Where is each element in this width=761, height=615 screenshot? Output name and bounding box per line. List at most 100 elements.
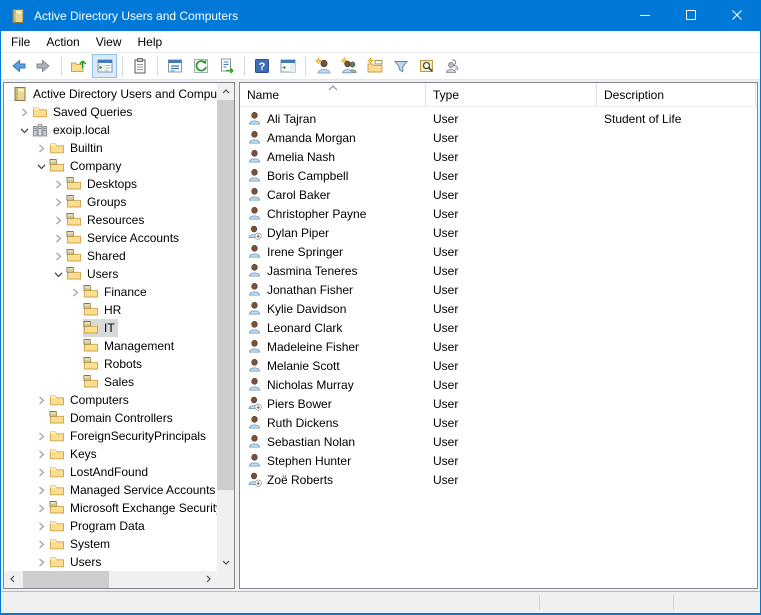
list-row-zo-roberts[interactable]: Zoë RobertsUser (240, 470, 757, 489)
list-row-melanie-scott[interactable]: Melanie ScottUser (240, 356, 757, 375)
tree-item-sales[interactable]: Sales (4, 373, 217, 391)
tree-item-managed-service-accounts[interactable]: Managed Service Accounts (4, 481, 217, 499)
list-row-leonard-clark[interactable]: Leonard ClarkUser (240, 318, 757, 337)
tree-item-management[interactable]: Management (4, 337, 217, 355)
maximize-button[interactable] (668, 1, 714, 31)
filter-button[interactable] (388, 54, 413, 78)
tree-item-body[interactable]: Company (49, 157, 124, 175)
expand-chevron[interactable] (33, 504, 49, 513)
tree-item-program-data[interactable]: Program Data (4, 517, 217, 535)
tree-item-body[interactable]: Computers (49, 391, 132, 409)
new-org-unit-button[interactable] (362, 54, 387, 78)
list-row-carol-baker[interactable]: Carol BakerUser (240, 185, 757, 204)
tree-item-builtin[interactable]: Builtin (4, 139, 217, 157)
scroll-right-button[interactable] (200, 571, 217, 588)
tree-item-body[interactable]: Management (83, 337, 177, 355)
tree-item-body[interactable]: Keys (49, 445, 100, 463)
find-button[interactable] (414, 54, 439, 78)
tree-item-body[interactable]: Groups (66, 193, 129, 211)
tree-item-active-directory-users-and-comput[interactable]: Active Directory Users and Comput (4, 85, 217, 103)
expand-chevron[interactable] (33, 432, 49, 441)
list-row-christopher-payne[interactable]: Christopher PayneUser (240, 204, 757, 223)
list-row-ali-tajran[interactable]: Ali TajranUserStudent of Life (240, 109, 757, 128)
tree-horizontal-scroll-track[interactable] (21, 571, 200, 588)
tree-vertical-scroll-thumb[interactable] (217, 100, 234, 490)
expand-chevron[interactable] (33, 540, 49, 549)
forward-button[interactable] (31, 54, 56, 78)
list-row-jonathan-fisher[interactable]: Jonathan FisherUser (240, 280, 757, 299)
tree-horizontal-scrollbar[interactable] (4, 571, 217, 588)
tree-item-body[interactable]: Users (66, 265, 121, 283)
list-row-kylie-davidson[interactable]: Kylie DavidsonUser (240, 299, 757, 318)
tree-item-users[interactable]: Users (4, 265, 217, 283)
new-user-button[interactable] (310, 54, 335, 78)
tree-item-domain-controllers[interactable]: Domain Controllers (4, 409, 217, 427)
tree-item-body[interactable]: Builtin (49, 139, 106, 157)
scroll-left-button[interactable] (4, 571, 21, 588)
collapse-chevron[interactable] (33, 162, 49, 171)
tree-item-exoip-local[interactable]: exoip.local (4, 121, 217, 139)
properties-button[interactable] (127, 54, 152, 78)
tree-item-body[interactable]: Managed Service Accounts (49, 481, 217, 499)
expand-chevron[interactable] (50, 216, 66, 225)
action-pane-button[interactable] (275, 54, 300, 78)
expand-chevron[interactable] (33, 522, 49, 531)
expand-chevron[interactable] (33, 468, 49, 477)
tree-item-service-accounts[interactable]: Service Accounts (4, 229, 217, 247)
expand-chevron[interactable] (50, 234, 66, 243)
window-properties-button[interactable] (162, 54, 187, 78)
up-one-level-button[interactable] (66, 54, 91, 78)
list-row-piers-bower[interactable]: Piers BowerUser (240, 394, 757, 413)
tree-item-body[interactable]: Sales (83, 373, 137, 391)
expand-chevron[interactable] (33, 486, 49, 495)
expand-chevron[interactable] (33, 450, 49, 459)
tree-item-foreignsecurityprincipals[interactable]: ForeignSecurityPrincipals (4, 427, 217, 445)
collapse-chevron[interactable] (16, 126, 32, 135)
column-header-description[interactable]: Description (597, 83, 756, 106)
new-group-button[interactable] (336, 54, 361, 78)
tree-item-body[interactable]: Shared (66, 247, 129, 265)
menu-item-file[interactable]: File (3, 32, 38, 52)
list-row-jasmina-teneres[interactable]: Jasmina TeneresUser (240, 261, 757, 280)
show-console-tree-button[interactable] (92, 54, 117, 78)
tree-item-body[interactable]: Users (49, 553, 104, 571)
expand-chevron[interactable] (33, 144, 49, 153)
list-row-amanda-morgan[interactable]: Amanda MorganUser (240, 128, 757, 147)
tree-item-company[interactable]: Company (4, 157, 217, 175)
list-row-ruth-dickens[interactable]: Ruth DickensUser (240, 413, 757, 432)
export-list-button[interactable] (214, 54, 239, 78)
tree-item-body[interactable]: HR (83, 301, 124, 319)
list-row-dylan-piper[interactable]: Dylan PiperUser (240, 223, 757, 242)
tree-item-it[interactable]: IT (4, 319, 217, 337)
tree-item-robots[interactable]: Robots (4, 355, 217, 373)
column-header-type[interactable]: Type (426, 83, 597, 106)
tree-item-users[interactable]: Users (4, 553, 217, 571)
column-header-name[interactable]: Name (240, 83, 426, 106)
expand-chevron[interactable] (33, 558, 49, 567)
tree-item-keys[interactable]: Keys (4, 445, 217, 463)
tree-item-body[interactable]: IT (83, 319, 118, 337)
list-row-madeleine-fisher[interactable]: Madeleine FisherUser (240, 337, 757, 356)
back-button[interactable] (5, 54, 30, 78)
list-row-boris-campbell[interactable]: Boris CampbellUser (240, 166, 757, 185)
minimize-button[interactable] (622, 1, 668, 31)
tree-item-saved-queries[interactable]: Saved Queries (4, 103, 217, 121)
tree-item-computers[interactable]: Computers (4, 391, 217, 409)
tree-item-shared[interactable]: Shared (4, 247, 217, 265)
tree-item-resources[interactable]: Resources (4, 211, 217, 229)
expand-chevron[interactable] (50, 252, 66, 261)
tree-item-body[interactable]: Resources (66, 211, 147, 229)
tree-item-body[interactable]: LostAndFound (49, 463, 151, 481)
tree-item-body[interactable]: System (49, 535, 113, 553)
scroll-down-button[interactable] (217, 554, 234, 571)
delegate-button[interactable] (440, 54, 465, 78)
refresh-button[interactable] (188, 54, 213, 78)
tree-item-body[interactable]: Microsoft Exchange Security (49, 499, 217, 517)
collapse-chevron[interactable] (50, 270, 66, 279)
tree-item-microsoft-exchange-security[interactable]: Microsoft Exchange Security (4, 499, 217, 517)
tree-item-body[interactable]: Service Accounts (66, 229, 182, 247)
tree-item-lostandfound[interactable]: LostAndFound (4, 463, 217, 481)
tree-item-body[interactable]: Desktops (66, 175, 140, 193)
tree-item-body[interactable]: Saved Queries (32, 103, 135, 121)
menu-item-action[interactable]: Action (38, 32, 87, 52)
